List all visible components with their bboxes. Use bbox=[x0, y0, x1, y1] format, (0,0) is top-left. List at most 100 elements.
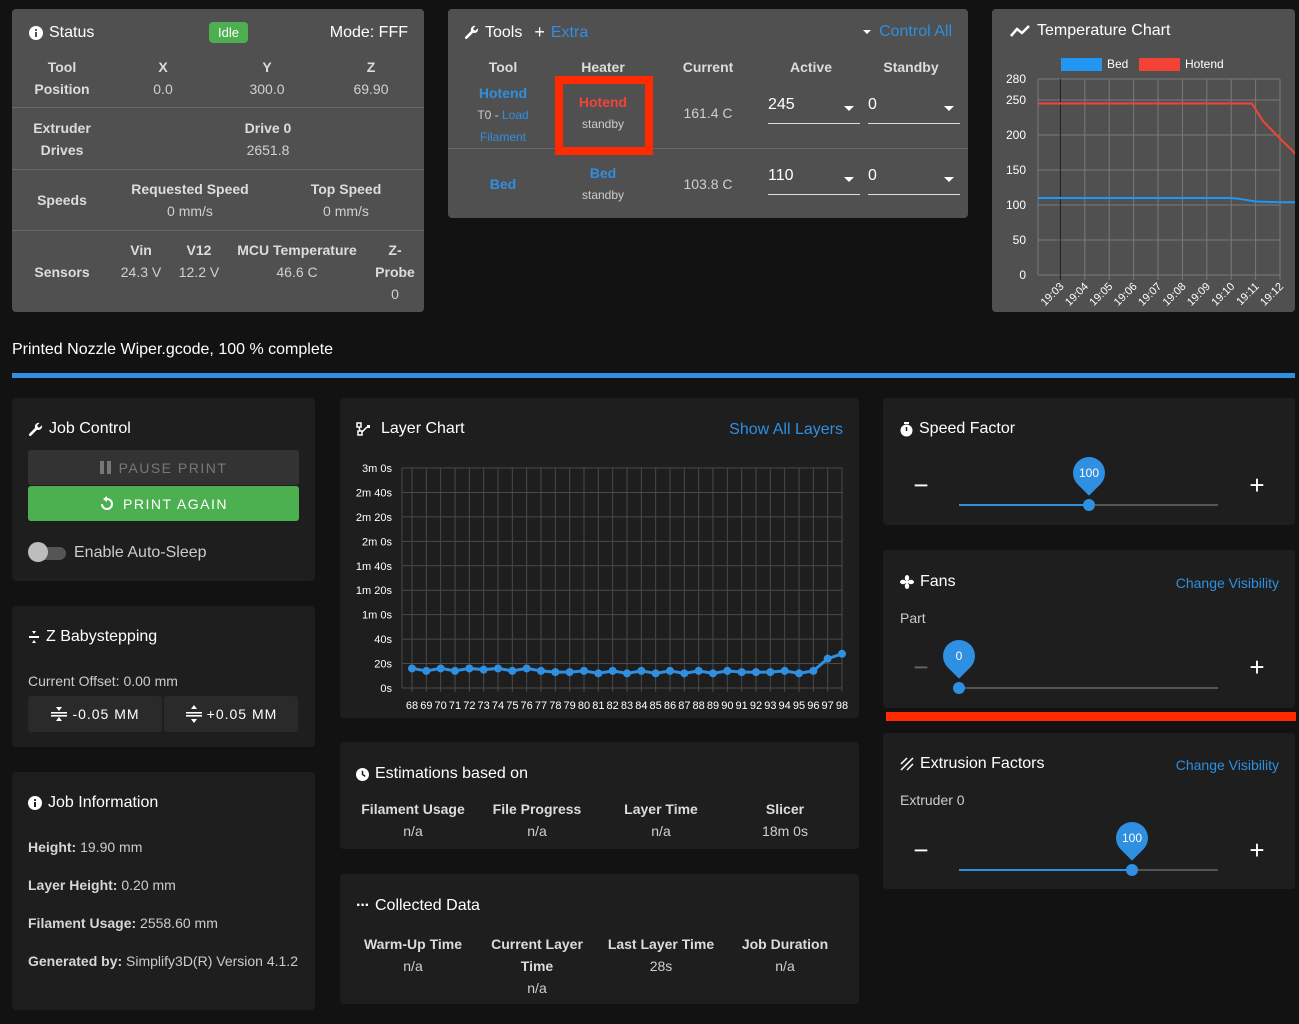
x-tick-label: 97 bbox=[822, 700, 834, 712]
x-tick-label: 19:05 bbox=[1087, 281, 1115, 309]
x-tick-label: 19:11 bbox=[1234, 281, 1261, 308]
layer-time-point bbox=[565, 668, 574, 677]
x-tick-label: 88 bbox=[693, 700, 705, 712]
pause-icon bbox=[99, 461, 111, 474]
pause-print-button[interactable]: PAUSE PRINT bbox=[28, 450, 299, 485]
fan-decrease-button[interactable]: − bbox=[906, 654, 936, 680]
axis-x: X 0.0 bbox=[153, 59, 173, 97]
control-all-button[interactable]: Control All bbox=[863, 23, 952, 41]
layer-time-point bbox=[795, 669, 803, 678]
layer-time-point bbox=[537, 666, 545, 675]
caret-down-icon bbox=[844, 106, 854, 111]
col-active: Active bbox=[789, 59, 833, 75]
x-tick-label: 90 bbox=[721, 700, 733, 712]
layer-time-point bbox=[494, 664, 502, 673]
extrusion-factors-card: Extrusion Factors Change Visibility Extr… bbox=[883, 733, 1295, 889]
job-information-title: Job Information bbox=[28, 794, 158, 812]
x-tick-label: 78 bbox=[549, 700, 561, 712]
caret-down-icon bbox=[944, 177, 954, 182]
layer-chart-card: Layer Chart Show All Layers 0s 20s 40s 1m 0… bbox=[340, 398, 859, 718]
x-tick-label: 82 bbox=[607, 700, 619, 712]
standby-temp-bed-select[interactable]: 0 bbox=[868, 167, 960, 195]
plus-icon: + bbox=[534, 22, 545, 42]
auto-sleep-label: Enable Auto-Sleep bbox=[74, 544, 207, 561]
active-temp-bed-select[interactable]: 110 bbox=[768, 167, 860, 195]
layer-time-point bbox=[838, 649, 846, 658]
col-current: Current bbox=[682, 59, 734, 75]
restart-icon bbox=[99, 495, 115, 512]
layer-time-point bbox=[408, 664, 416, 673]
slider-thumb[interactable] bbox=[953, 682, 965, 694]
x-tick-label: 85 bbox=[650, 700, 662, 712]
slider-thumb[interactable] bbox=[1082, 499, 1095, 511]
babystep-plus-button[interactable]: +0.05 MM bbox=[164, 696, 298, 732]
slider-thumb[interactable] bbox=[1125, 864, 1138, 876]
sensors-label: Sensors bbox=[34, 264, 90, 280]
layer-time-point bbox=[752, 668, 760, 677]
tool-hotend: Hotend T0 - Load Filament bbox=[458, 82, 548, 148]
compress-icon bbox=[50, 704, 68, 724]
estimations-card: Estimations based on Filament Usage n/a F… bbox=[340, 742, 859, 849]
info-filament-usage: Filament Usage: 2558.60 mm bbox=[28, 915, 218, 931]
collected-current-layer-time: Current Layer Time n/a bbox=[491, 936, 583, 996]
x-tick-label: 83 bbox=[621, 700, 633, 712]
job-control-title: Job Control bbox=[28, 420, 131, 438]
requested-speed: Requested Speed 0 mm/s bbox=[131, 181, 249, 219]
collected-data-card: ··· Collected Data Warm-Up Time n/a Curre… bbox=[340, 874, 859, 1004]
layer-time-point bbox=[709, 669, 717, 678]
fan-increase-button[interactable]: + bbox=[1242, 654, 1272, 680]
y-tick-label: 1m 40s bbox=[356, 561, 393, 573]
caret-down-icon bbox=[863, 30, 872, 34]
extrusion-change-visibility-link[interactable]: Change Visibility bbox=[1176, 757, 1279, 773]
stopwatch-icon bbox=[900, 421, 913, 437]
fans-change-visibility-link[interactable]: Change Visibility bbox=[1176, 575, 1279, 591]
y-tick-label: 40s bbox=[374, 634, 392, 646]
layer-time-point bbox=[522, 664, 531, 673]
filament-link[interactable]: Filament bbox=[458, 126, 548, 148]
x-tick-label: 93 bbox=[764, 700, 776, 712]
heater-bed[interactable]: Bed standby bbox=[563, 162, 643, 206]
job-control-card: Job Control PAUSE PRINT PRINT AGAIN Enab… bbox=[12, 398, 315, 581]
print-again-button[interactable]: PRINT AGAIN bbox=[28, 486, 299, 521]
x-tick-label: 68 bbox=[406, 700, 418, 712]
y-tick-label: 200 bbox=[1006, 128, 1026, 142]
extrusion-decrease-button[interactable]: − bbox=[906, 837, 936, 863]
extruder-0-slider[interactable]: 100 bbox=[959, 815, 1218, 876]
mode-label: Mode: FFF bbox=[329, 24, 408, 41]
load-filament-link[interactable]: Load bbox=[502, 108, 529, 122]
speed-decrease-button[interactable]: − bbox=[906, 472, 936, 498]
layer-time-point bbox=[594, 669, 603, 678]
col-standby: Standby bbox=[883, 59, 939, 75]
info-generated-by: Generated by: Simplify3D(R) Version 4.1.… bbox=[28, 953, 298, 969]
fan-part-slider[interactable]: 0 bbox=[936, 633, 1218, 694]
layer-time-point bbox=[551, 668, 560, 677]
active-temp-hotend-select[interactable]: 245 bbox=[768, 96, 860, 124]
layer-time-point bbox=[666, 666, 674, 675]
standby-temp-hotend-select[interactable]: 0 bbox=[868, 96, 960, 124]
x-tick-label: 84 bbox=[635, 700, 647, 712]
slider-value-bubble: 0 bbox=[936, 633, 982, 679]
y-tick-label: 20s bbox=[374, 659, 392, 671]
layer-time-point bbox=[465, 664, 474, 673]
babystep-minus-button[interactable]: -0.05 MM bbox=[28, 696, 162, 732]
y-tick-label: 2m 20s bbox=[356, 512, 393, 524]
speed-factor-slider[interactable]: 100 bbox=[959, 450, 1218, 511]
x-tick-label: 19:07 bbox=[1136, 281, 1164, 309]
y-tick-label: 1m 20s bbox=[356, 585, 393, 597]
extra-link[interactable]: Extra bbox=[551, 24, 588, 42]
extruder-0-label: Extruder 0 bbox=[900, 792, 965, 808]
series-line-bed bbox=[1038, 197, 1295, 204]
layer-time-point bbox=[766, 668, 775, 677]
auto-sleep-toggle[interactable] bbox=[28, 542, 66, 562]
x-tick-label: 79 bbox=[564, 700, 576, 712]
legend-label-bed: Bed bbox=[1107, 57, 1128, 71]
x-tick-label: 96 bbox=[807, 700, 819, 712]
job-progress-fill bbox=[12, 373, 1295, 378]
tool-bed[interactable]: Bed bbox=[463, 176, 543, 192]
speed-increase-button[interactable]: + bbox=[1242, 472, 1272, 498]
top-speed: Top Speed 0 mm/s bbox=[310, 181, 382, 219]
current-temp-hotend: 161.4 C bbox=[683, 105, 733, 121]
x-tick-label: 94 bbox=[779, 700, 791, 712]
extrusion-increase-button[interactable]: + bbox=[1242, 837, 1272, 863]
y-tick-label: 280 bbox=[1006, 72, 1026, 86]
